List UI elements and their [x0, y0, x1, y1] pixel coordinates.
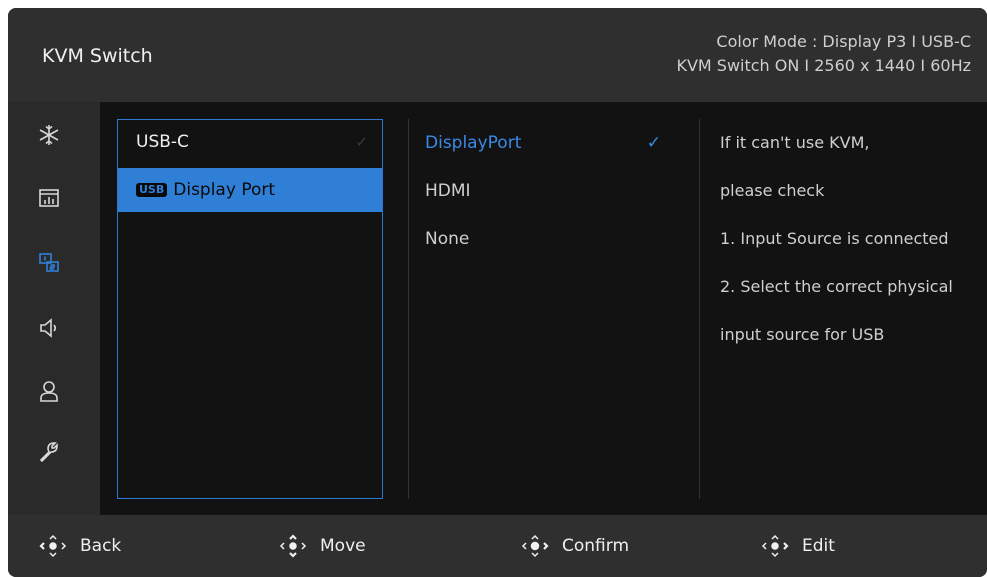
- user-icon[interactable]: [38, 380, 60, 402]
- info-line: please check: [720, 181, 825, 200]
- status-line-resolution: KVM Switch ON I 2560 x 1440 I 60Hz: [676, 56, 971, 75]
- edit-label: Edit: [802, 536, 835, 556]
- sidebar: [8, 102, 100, 515]
- source-option-list: DisplayPort ✓ HDMI None: [409, 119, 699, 499]
- page-title: KVM Switch: [42, 45, 153, 67]
- joystick-updown-icon: [278, 533, 308, 559]
- column-divider: [699, 119, 700, 499]
- snowflake-icon[interactable]: [38, 124, 60, 146]
- kvm-switch-icon[interactable]: [38, 252, 60, 274]
- move-button[interactable]: Move: [278, 533, 366, 559]
- wrench-icon[interactable]: [38, 440, 60, 462]
- move-label: Move: [320, 536, 366, 556]
- back-button[interactable]: Back: [38, 533, 121, 559]
- option-displayport[interactable]: DisplayPort ✓: [425, 131, 661, 155]
- confirm-label: Confirm: [562, 536, 630, 556]
- edit-button[interactable]: Edit: [760, 533, 835, 559]
- info-line: 1. Input Source is connected: [720, 229, 949, 248]
- status-panel: Color Mode : Display P3 I USB-C KVM Swit…: [676, 30, 971, 78]
- status-line-color-mode: Color Mode : Display P3 I USB-C: [716, 32, 971, 51]
- list-item-display-port[interactable]: USB Display Port: [118, 168, 382, 212]
- header-bar: KVM Switch Color Mode : Display P3 I USB…: [8, 8, 987, 102]
- usb-badge-icon: USB: [136, 183, 168, 197]
- option-hdmi[interactable]: HDMI: [425, 179, 651, 203]
- option-label: HDMI: [425, 181, 471, 201]
- speaker-icon[interactable]: [38, 317, 60, 339]
- list-item-label: Display Port: [173, 180, 276, 200]
- confirm-button[interactable]: Confirm: [520, 533, 629, 559]
- option-label: DisplayPort: [425, 133, 522, 153]
- picture-icon[interactable]: [38, 187, 60, 209]
- info-line: If it can't use KVM,: [720, 133, 870, 152]
- list-item-label: USB-C: [136, 132, 189, 152]
- joystick-left-icon: [38, 533, 68, 559]
- option-label: None: [425, 229, 470, 249]
- info-panel: If it can't use KVM, please check 1. Inp…: [706, 119, 987, 499]
- info-line: 2. Select the correct physical: [720, 277, 953, 296]
- option-none[interactable]: None: [425, 227, 651, 251]
- input-port-list: USB-C ✓ USB Display Port: [117, 119, 383, 499]
- footer-bar: Back Move Confirm Edit: [8, 515, 987, 577]
- joystick-edit-icon: [760, 533, 790, 559]
- list-item-usb-c[interactable]: USB-C ✓: [118, 120, 382, 164]
- osd-window: KVM Switch Color Mode : Display P3 I USB…: [8, 8, 987, 577]
- check-icon: ✓: [646, 133, 661, 153]
- back-label: Back: [80, 536, 122, 556]
- check-icon: ✓: [355, 133, 368, 151]
- main-panel: USB-C ✓ USB Display Port DisplayPort ✓ HD…: [100, 102, 987, 515]
- joystick-press-icon: [520, 533, 550, 559]
- info-line: input source for USB: [720, 325, 885, 344]
